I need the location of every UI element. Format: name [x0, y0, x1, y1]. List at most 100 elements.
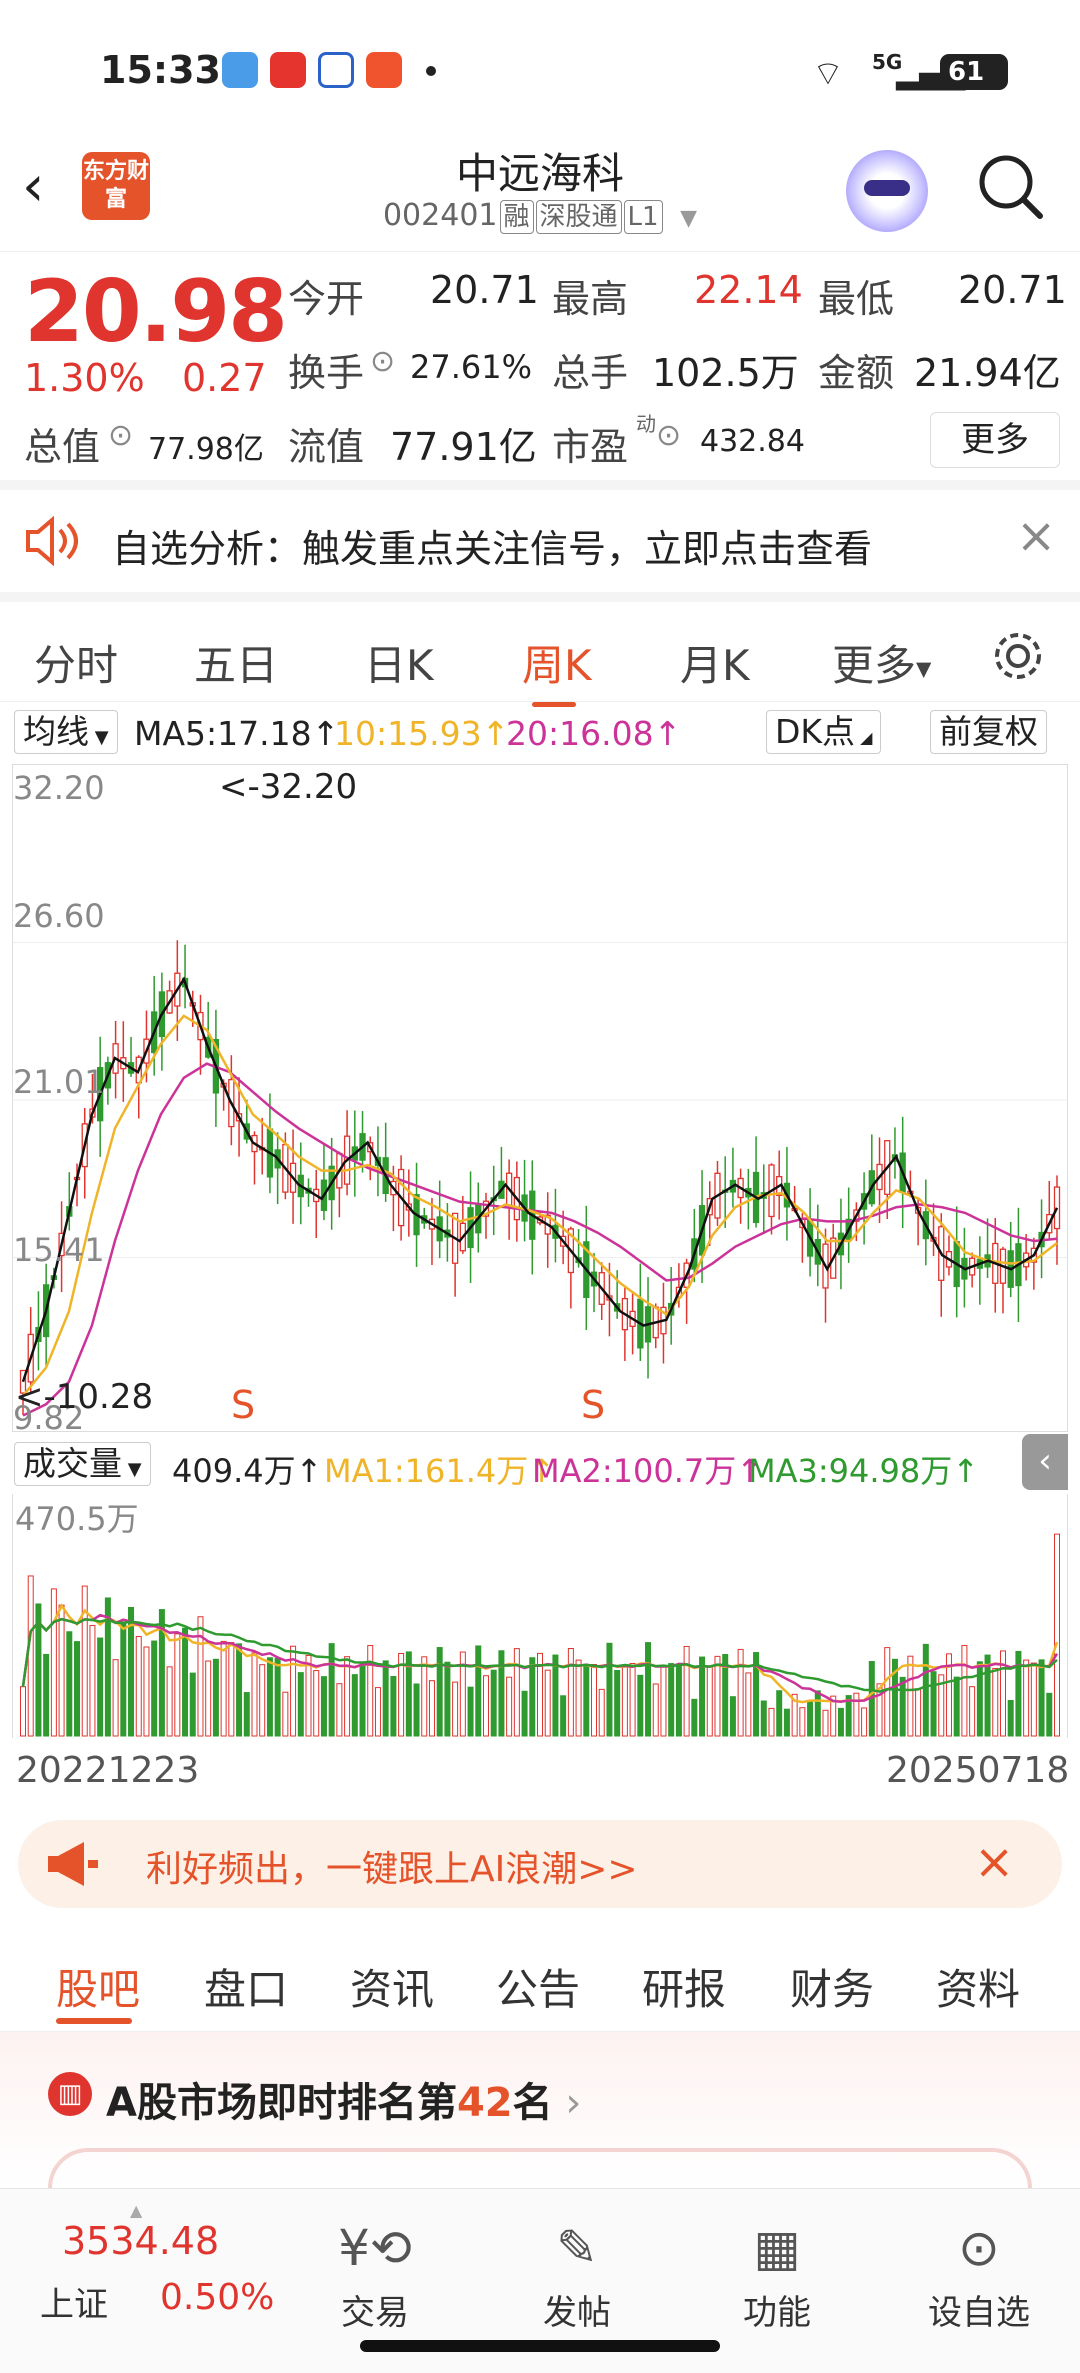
close-icon[interactable]: × — [974, 1834, 1014, 1890]
ma-selector[interactable]: 均线 ▼ — [14, 710, 118, 754]
app-notification-icon — [270, 52, 306, 88]
volume-bar — [1038, 1659, 1045, 1737]
current-price: 20.98 — [24, 262, 288, 362]
open-value: 20.71 — [430, 268, 539, 312]
tab-intraday[interactable]: 分时 — [34, 632, 118, 693]
high-label: 最高 — [552, 277, 629, 321]
volume-bar — [683, 1645, 690, 1737]
nav-trade[interactable]: ¥⟲ 交易 — [310, 2219, 440, 2334]
volume-bar — [621, 1664, 628, 1737]
quote-panel: 20.98 1.30% 0.27 今开 20.71 最高 22.14 最低 20… — [0, 252, 1080, 490]
tab-weekly-k[interactable]: 周K — [522, 632, 592, 693]
volume-bar — [583, 1665, 590, 1737]
nav-post[interactable]: ✎ 发帖 — [512, 2219, 642, 2334]
volume-bar — [74, 1641, 81, 1737]
volume-bar — [452, 1681, 459, 1737]
volume-bar — [699, 1656, 706, 1737]
tab-daily-k[interactable]: 日K — [364, 632, 434, 693]
float-cap-label: 流值 — [288, 425, 365, 469]
volume-bar — [112, 1659, 119, 1737]
volume-bar — [89, 1624, 96, 1737]
volume-bar — [745, 1672, 752, 1737]
tab-research[interactable]: 研报 — [642, 1956, 726, 2017]
nav-add-watchlist[interactable]: ⊙ 设自选 — [914, 2219, 1044, 2334]
adjust-selector[interactable]: 前复权 — [930, 710, 1047, 754]
ai-assistant-avatar[interactable] — [846, 150, 928, 232]
tab-forum[interactable]: 股吧 — [56, 1956, 140, 2017]
tag-margin: 融 — [499, 200, 534, 234]
volume-bar — [212, 1658, 219, 1737]
pe-label: 市盈 — [552, 425, 629, 469]
tab-more[interactable]: 更多▼ — [832, 632, 931, 693]
volume-bar — [97, 1637, 104, 1737]
close-icon[interactable]: × — [1016, 508, 1056, 564]
more-button[interactable]: 更多 — [930, 412, 1060, 468]
volume-bar — [529, 1657, 536, 1737]
volume-bar — [313, 1670, 320, 1737]
kline-chart[interactable]: 32.20 26.60 21.01 15.41 9.82 <-32.20 <-1… — [12, 764, 1068, 1437]
dk-point-selector[interactable]: DK点 ◢ — [766, 710, 882, 754]
volume-bar — [598, 1688, 605, 1737]
vol-ma2: MA2:100.7万↑ — [532, 1452, 764, 1490]
volume-bar — [320, 1676, 327, 1737]
volume-bar — [799, 1707, 806, 1737]
volume-bar — [922, 1643, 929, 1737]
search-icon[interactable] — [974, 150, 1046, 222]
volume-label: 总手 — [552, 351, 629, 395]
vol-ma2-text: MA2:100.7万 — [532, 1452, 737, 1490]
rank-prefix: A股市场即时排名第 — [106, 2080, 457, 2126]
expand-up-icon[interactable]: ▲ — [130, 2201, 142, 2220]
volume-bar — [668, 1663, 675, 1737]
volume-chart[interactable]: 470.5万 — [12, 1494, 1068, 1738]
volume-bar — [1023, 1659, 1030, 1737]
volume-bar — [776, 1690, 783, 1737]
tab-monthly-k[interactable]: 月K — [680, 632, 750, 693]
volume-bar — [899, 1676, 906, 1737]
y-label-4: 15.41 — [13, 1231, 105, 1269]
change-percent: 1.30% — [24, 356, 145, 400]
tab-five-day[interactable]: 五日 — [194, 632, 278, 693]
volume-bar — [135, 1635, 142, 1737]
volume-bar — [506, 1676, 513, 1737]
volume-bar — [915, 1688, 922, 1737]
volume-bar — [220, 1640, 227, 1737]
change-amount: 0.27 — [182, 356, 267, 400]
end-date: 20250718 — [886, 1750, 1070, 1791]
promo-banner[interactable]: 利好频出，一键跟上AI浪潮>> × — [18, 1820, 1062, 1908]
nav-functions[interactable]: ▦ 功能 — [712, 2219, 842, 2334]
info-icon[interactable]: ⊙ — [108, 418, 133, 453]
tab-order-book[interactable]: 盘口 — [204, 1956, 288, 2017]
ma-indicator-row: 均线 ▼ MA5:17.18↑ 10:15.93↑ 20:16.08↑ DK点 … — [0, 702, 1080, 762]
info-icon[interactable]: ⊙ — [370, 344, 395, 379]
volume-bar — [645, 1642, 652, 1737]
volume-bar — [50, 1588, 57, 1737]
volume-bar — [768, 1707, 775, 1737]
volume-bar — [861, 1707, 868, 1737]
volume-bar — [560, 1695, 567, 1737]
volume-bar — [282, 1691, 289, 1737]
volume-bar — [482, 1675, 489, 1737]
volume-bar — [552, 1654, 559, 1737]
volume-bar — [367, 1645, 374, 1737]
y-label-2: 26.60 — [13, 897, 105, 935]
tab-news[interactable]: 资讯 — [350, 1956, 434, 2017]
nav-trade-label: 交易 — [341, 2293, 409, 2333]
vol-ma1-text: MA1:161.4万 — [324, 1452, 529, 1490]
alert-banner[interactable]: 自选分析：触发重点关注信号，立即点击查看 × — [0, 490, 1080, 590]
caret-down-icon: ◢ — [855, 728, 873, 747]
collapse-panel-button[interactable]: ‹ — [1022, 1434, 1068, 1490]
tab-announcements[interactable]: 公告 — [496, 1956, 580, 2017]
info-icon[interactable]: ⊙ — [656, 418, 681, 453]
tab-profile[interactable]: 资料 — [936, 1956, 1020, 2017]
volume-bar — [521, 1690, 528, 1737]
settings-gear-icon[interactable] — [990, 628, 1046, 684]
tab-financials[interactable]: 财务 — [790, 1956, 874, 2017]
volume-selector[interactable]: 成交量 ▼ — [14, 1442, 151, 1486]
volume-bar — [436, 1647, 443, 1737]
volume-bar — [351, 1674, 358, 1737]
turnover-label: 换手 — [288, 351, 365, 395]
home-indicator[interactable] — [360, 2340, 720, 2352]
volume-svg — [20, 1533, 1060, 1737]
market-rank-card[interactable]: ▥ A股市场即时排名第42名 › — [0, 2032, 1080, 2188]
volume-bar — [374, 1687, 381, 1737]
